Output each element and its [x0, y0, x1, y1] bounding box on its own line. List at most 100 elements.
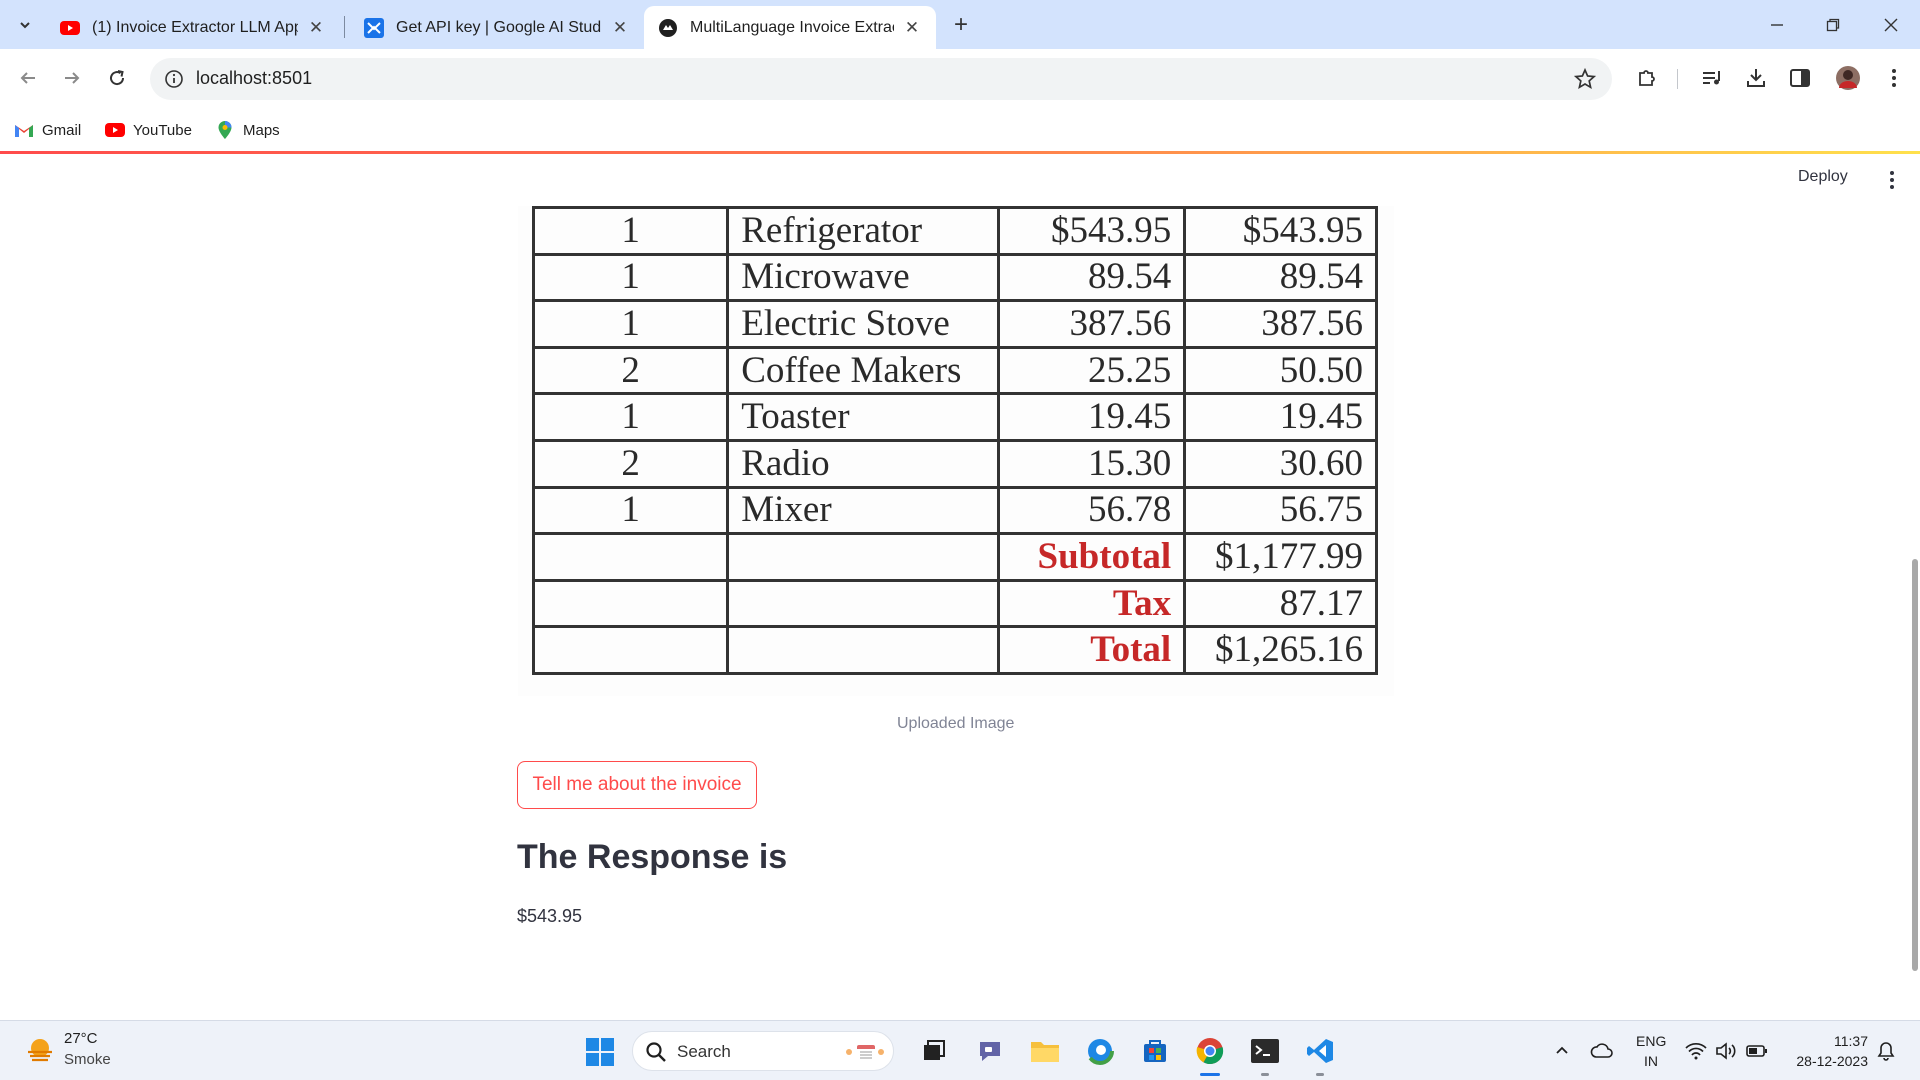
bell-icon [1877, 1042, 1895, 1061]
close-icon[interactable]: ✕ [610, 18, 630, 38]
invoice-row: 1 Electric Stove 387.56 387.56 [531, 299, 1378, 349]
weather-description: Smoke [64, 1051, 111, 1068]
bookmark-star-icon[interactable] [1574, 68, 1596, 90]
invoice-amount-cell: $543.95 [1183, 206, 1378, 256]
volume-icon [1716, 1042, 1736, 1060]
folder-icon [1031, 1042, 1059, 1062]
downloads-button[interactable] [1742, 64, 1770, 92]
invoice-row: 1 Refrigerator $543.95 $543.95 [531, 206, 1378, 256]
cloud-sync-icon [1590, 1043, 1613, 1058]
chrome-icon [1196, 1038, 1224, 1065]
more-vert-icon [1890, 171, 1894, 189]
tab-multilanguage-invoice-extractor[interactable]: MultiLanguage Invoice Extracto ✕ [644, 6, 936, 49]
wifi-tray-button[interactable] [1684, 1039, 1708, 1063]
invoice-unit-price-cell: 387.56 [997, 299, 1187, 349]
battery-tray-button[interactable] [1745, 1039, 1769, 1063]
invoice-amount-cell: 19.45 [1183, 392, 1378, 442]
invoice-unit-price-cell: 89.54 [997, 252, 1187, 303]
new-tab-button[interactable]: + [948, 11, 974, 38]
invoice-qty-cell: 2 [531, 345, 730, 396]
deploy-button[interactable]: Deploy [1798, 168, 1848, 186]
chevron-down-icon [20, 22, 30, 29]
address-bar[interactable]: localhost:8501 [150, 58, 1612, 100]
teams-chat-button[interactable] [972, 1033, 1008, 1069]
browser-tab-strip: (1) Invoice Extractor LLM App U ✕ Get AP… [0, 0, 1920, 49]
invoice-qty-cell: 1 [531, 485, 730, 536]
invoice-amount-cell: 89.54 [1183, 252, 1378, 303]
forward-button[interactable] [57, 63, 87, 93]
task-view-button[interactable] [916, 1033, 952, 1069]
invoice-total-row: Tax 87.17 [531, 578, 1378, 629]
notifications-button[interactable] [1874, 1039, 1898, 1063]
close-icon [1884, 18, 1898, 32]
start-button[interactable] [585, 1037, 615, 1067]
extensions-button[interactable] [1633, 64, 1661, 92]
app-menu-button[interactable] [1880, 168, 1904, 192]
restore-button[interactable] [1818, 10, 1848, 40]
close-icon[interactable]: ✕ [306, 18, 326, 38]
profile-avatar[interactable] [1834, 64, 1862, 92]
tab-google-ai-studio[interactable]: Get API key | Google AI Studio ✕ [350, 6, 644, 49]
chrome-button[interactable] [1192, 1033, 1228, 1069]
invoice-row: 2 Coffee Makers 25.25 50.50 [531, 345, 1378, 396]
bookmark-label: Maps [243, 121, 280, 139]
onedrive-tray-button[interactable] [1590, 1039, 1614, 1063]
vscode-button[interactable] [1302, 1033, 1338, 1069]
system-clock[interactable]: 11:37 28-12-2023 [1786, 1031, 1868, 1071]
response-text: $543.95 [517, 906, 583, 926]
taskbar-search[interactable]: Search [632, 1031, 894, 1071]
empty-cell [531, 532, 730, 582]
haze-icon [28, 1039, 52, 1062]
invoice-amount-cell: 56.75 [1183, 485, 1378, 536]
task-view-icon [924, 1040, 945, 1060]
back-button[interactable] [13, 63, 43, 93]
bookmark-gmail[interactable]: Gmail [14, 117, 81, 143]
arrow-right-icon [65, 72, 80, 84]
streamlit-app: Deploy 1 Refrigerator $543.95 $543.95 1 Micro… [0, 154, 1920, 1020]
tab-title: MultiLanguage Invoice Extracto [690, 18, 894, 36]
gmail-icon [14, 121, 34, 139]
chrome-menu-button[interactable] [1880, 64, 1908, 92]
invoice-description-cell: Toaster [726, 392, 1001, 442]
file-explorer-button[interactable] [1027, 1033, 1063, 1069]
scrollbar[interactable] [1912, 559, 1918, 971]
tab-search-button[interactable] [12, 12, 38, 38]
show-hidden-icons-button[interactable] [1550, 1039, 1574, 1063]
avatar-icon [1836, 66, 1860, 90]
close-icon[interactable]: ✕ [902, 18, 922, 38]
media-controls-button[interactable] [1698, 64, 1726, 92]
response-heading: The Response is [517, 838, 788, 876]
microsoft-store-button[interactable] [1137, 1033, 1173, 1069]
invoice-total-row: Total $1,265.16 [531, 625, 1378, 675]
chevron-up-icon [1556, 1046, 1568, 1054]
submit-button[interactable]: Tell me about the invoice [517, 761, 757, 809]
reload-icon [110, 70, 125, 86]
invoice-description-cell: Radio [726, 438, 1001, 489]
window-close-button[interactable] [1876, 10, 1906, 40]
invoice-qty-cell: 1 [531, 206, 730, 256]
input-language-indicator[interactable]: ENG IN [1636, 1031, 1666, 1071]
store-icon [1144, 1040, 1166, 1062]
empty-cell [531, 578, 730, 629]
reload-button[interactable] [102, 63, 132, 93]
tab-invoice-extractor-youtube[interactable]: (1) Invoice Extractor LLM App U ✕ [46, 6, 340, 49]
minimize-button[interactable] [1762, 10, 1792, 40]
bookmark-youtube[interactable]: YouTube [105, 117, 192, 143]
invoice-unit-price-cell: $543.95 [997, 206, 1187, 256]
invoice-description-cell: Electric Stove [726, 299, 1001, 349]
invoice-amount-cell: 30.60 [1183, 438, 1378, 489]
terminal-icon [1251, 1039, 1279, 1063]
volume-tray-button[interactable] [1714, 1039, 1738, 1063]
arrow-left-icon [20, 72, 35, 84]
empty-cell [726, 578, 1001, 629]
weather-temperature: 27°C [64, 1030, 98, 1047]
side-panel-button[interactable] [1786, 64, 1814, 92]
invoice-unit-price-cell: 56.78 [997, 485, 1187, 536]
terminal-button[interactable] [1247, 1033, 1283, 1069]
site-info-icon[interactable] [164, 69, 184, 89]
media-queue-icon [1703, 71, 1720, 85]
empty-cell [726, 532, 1001, 582]
url-text[interactable]: localhost:8501 [196, 68, 312, 89]
edge-button[interactable] [1082, 1033, 1118, 1069]
bookmark-maps[interactable]: Maps [215, 117, 280, 143]
